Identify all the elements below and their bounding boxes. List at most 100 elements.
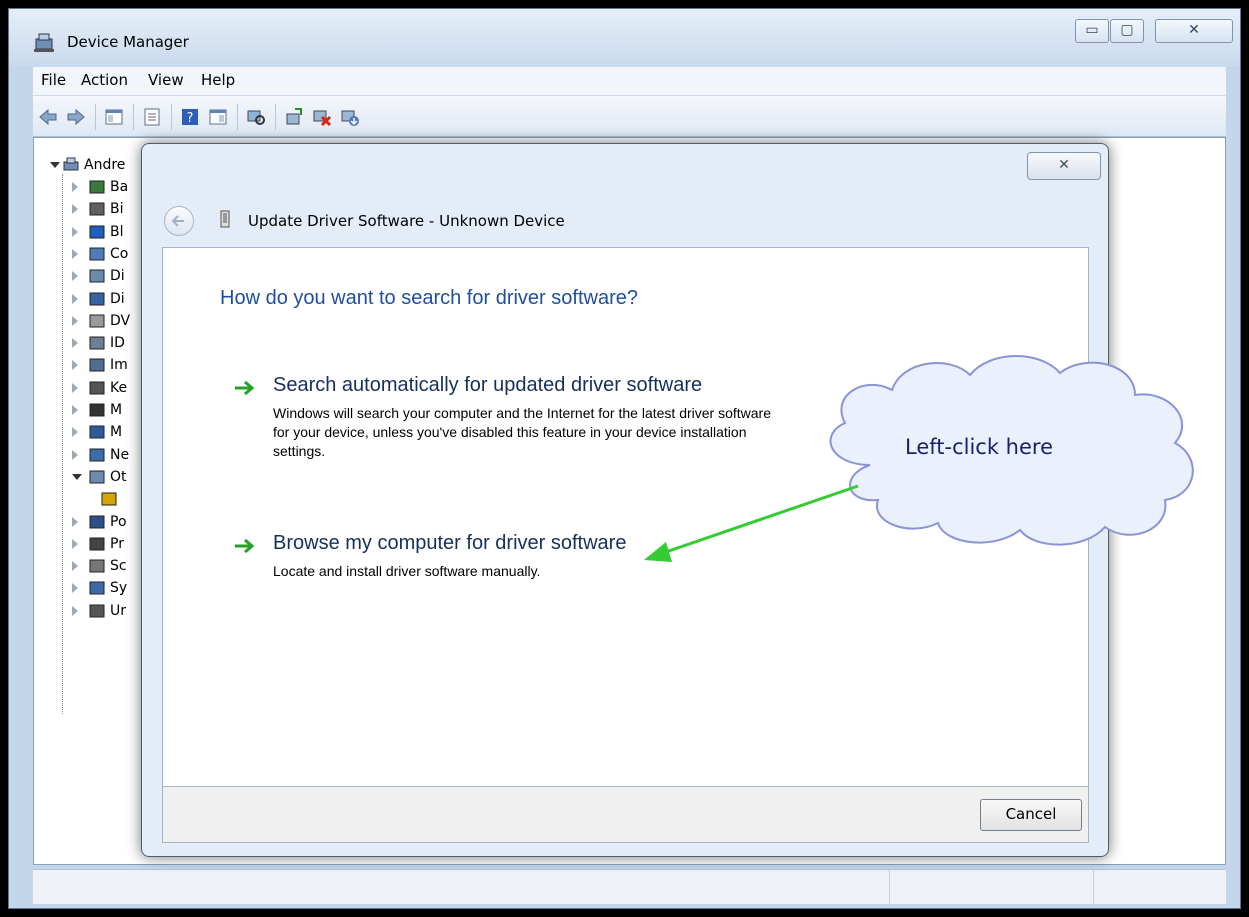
- tree-item-label: Sc: [110, 558, 127, 575]
- desc-line: settings.: [273, 443, 326, 459]
- collapse-icon[interactable]: [72, 473, 82, 485]
- tree-item-label: Pr: [110, 535, 124, 552]
- tree-guide-line: [62, 174, 63, 714]
- browse-computer-desc: Locate and install driver software manua…: [273, 563, 541, 579]
- expand-icon[interactable]: [72, 405, 78, 415]
- device-category-icon: [89, 515, 105, 528]
- expand-icon[interactable]: [72, 315, 78, 326]
- tree-item-label: Bl: [110, 223, 124, 240]
- expand-icon[interactable]: [72, 293, 78, 304]
- expand-icon[interactable]: [72, 360, 78, 371]
- update-driver-icon[interactable]: [283, 106, 305, 128]
- dialog-close-button[interactable]: ✕: [1027, 152, 1101, 180]
- tree-item-label: Po: [110, 513, 127, 530]
- green-arrow-icon: [235, 380, 255, 396]
- device-category-icon: [89, 470, 105, 484]
- expand-icon[interactable]: [72, 538, 78, 549]
- show-hide-console-icon[interactable]: [103, 106, 125, 128]
- cancel-button[interactable]: Cancel: [980, 799, 1082, 831]
- usb-device-icon: [220, 210, 230, 228]
- expand-icon[interactable]: [72, 382, 78, 393]
- toolbar-separator: [171, 104, 172, 130]
- dialog-footer: Cancel: [162, 787, 1089, 843]
- svg-text:?: ?: [187, 111, 194, 126]
- device-category-icon: [89, 559, 105, 573]
- menu-file[interactable]: File: [41, 71, 66, 89]
- expand-icon[interactable]: [72, 248, 78, 259]
- collapse-icon[interactable]: [50, 162, 60, 173]
- back-arrow-icon: [171, 215, 184, 227]
- tree-item-label: ID: [110, 335, 125, 352]
- toolbar-separator: [237, 104, 238, 130]
- tree-item-label: Ot: [110, 468, 127, 485]
- toolbar-separator: [133, 104, 134, 130]
- device-category-icon: [89, 425, 105, 439]
- device-category-icon: [89, 604, 105, 618]
- menu-bar: File Action View Help: [33, 67, 1226, 96]
- tree-item-label: Bi: [110, 201, 124, 218]
- menu-action[interactable]: Action: [81, 71, 128, 89]
- device-category-icon: [89, 225, 105, 239]
- device-category-icon: [89, 202, 105, 216]
- device-category-icon: [89, 448, 105, 462]
- expand-icon[interactable]: [72, 271, 78, 282]
- menu-view[interactable]: View: [148, 71, 184, 89]
- tree-root-label: Andre: [84, 157, 126, 173]
- computer-icon: [63, 157, 79, 171]
- back-arrow-icon[interactable]: [37, 106, 59, 128]
- properties-icon[interactable]: [141, 106, 163, 128]
- toolbar-separator: [95, 104, 96, 130]
- maximize-button[interactable]: ▢: [1110, 19, 1144, 43]
- scan-hardware-icon[interactable]: [245, 106, 267, 128]
- device-category-icon: [89, 314, 105, 328]
- uninstall-icon[interactable]: [311, 106, 333, 128]
- tree-item-label: Ne: [110, 446, 130, 463]
- dialog-title: Update Driver Software - Unknown Device: [248, 212, 565, 230]
- device-category-icon: [89, 581, 105, 595]
- tree-item-label: Im: [110, 357, 128, 374]
- menu-help[interactable]: Help: [201, 71, 235, 89]
- tree-item-label: Ur: [110, 602, 127, 619]
- tree-item-label: Ke: [110, 379, 128, 396]
- toolbar-separator: [275, 104, 276, 130]
- expand-icon[interactable]: [72, 583, 78, 594]
- device-category-icon: [89, 403, 105, 417]
- forward-arrow-icon[interactable]: [65, 106, 87, 128]
- device-manager-icon: [34, 33, 54, 52]
- expand-icon[interactable]: [72, 226, 78, 237]
- action-pane-icon[interactable]: [207, 106, 229, 128]
- device-category-icon: [89, 180, 105, 194]
- device-category-icon: [89, 336, 105, 350]
- search-automatically-title: Search automatically for updated driver …: [273, 374, 703, 396]
- enable-device-icon[interactable]: [339, 106, 361, 128]
- help-icon[interactable]: ?: [179, 106, 201, 128]
- device-category-icon: [89, 537, 105, 551]
- expand-icon[interactable]: [72, 605, 78, 616]
- window-title: Device Manager: [67, 33, 189, 51]
- expand-icon[interactable]: [72, 427, 78, 438]
- tree-item-label: M: [110, 402, 123, 418]
- close-button[interactable]: ✕: [1155, 19, 1233, 43]
- expand-icon[interactable]: [72, 338, 78, 349]
- tree-item-label: Di: [110, 290, 125, 307]
- expand-icon[interactable]: [72, 182, 78, 192]
- tree-item-label: Ba: [110, 179, 129, 195]
- expand-icon[interactable]: [72, 204, 78, 215]
- dialog-back-button[interactable]: [164, 206, 194, 236]
- status-divider: [1093, 870, 1094, 904]
- desc-line: for your device, unless you've disabled …: [273, 424, 747, 440]
- toolbar: ?: [33, 96, 1226, 137]
- status-divider: [889, 870, 890, 904]
- expand-icon[interactable]: [72, 516, 78, 527]
- desc-line: Windows will search your computer and th…: [273, 405, 771, 421]
- pointer-arrow: [644, 484, 859, 562]
- search-automatically-desc: Windows will search your computer and th…: [273, 404, 771, 461]
- dialog-heading: How do you want to search for driver sof…: [220, 287, 638, 309]
- green-arrow-icon: [235, 538, 255, 554]
- device-category-icon: [89, 292, 105, 305]
- expand-icon[interactable]: [72, 449, 78, 460]
- tree-item-label: Sy: [110, 580, 128, 597]
- tree-item-label: Co: [110, 245, 129, 262]
- expand-icon[interactable]: [72, 561, 78, 572]
- minimize-button[interactable]: ▭: [1075, 19, 1109, 43]
